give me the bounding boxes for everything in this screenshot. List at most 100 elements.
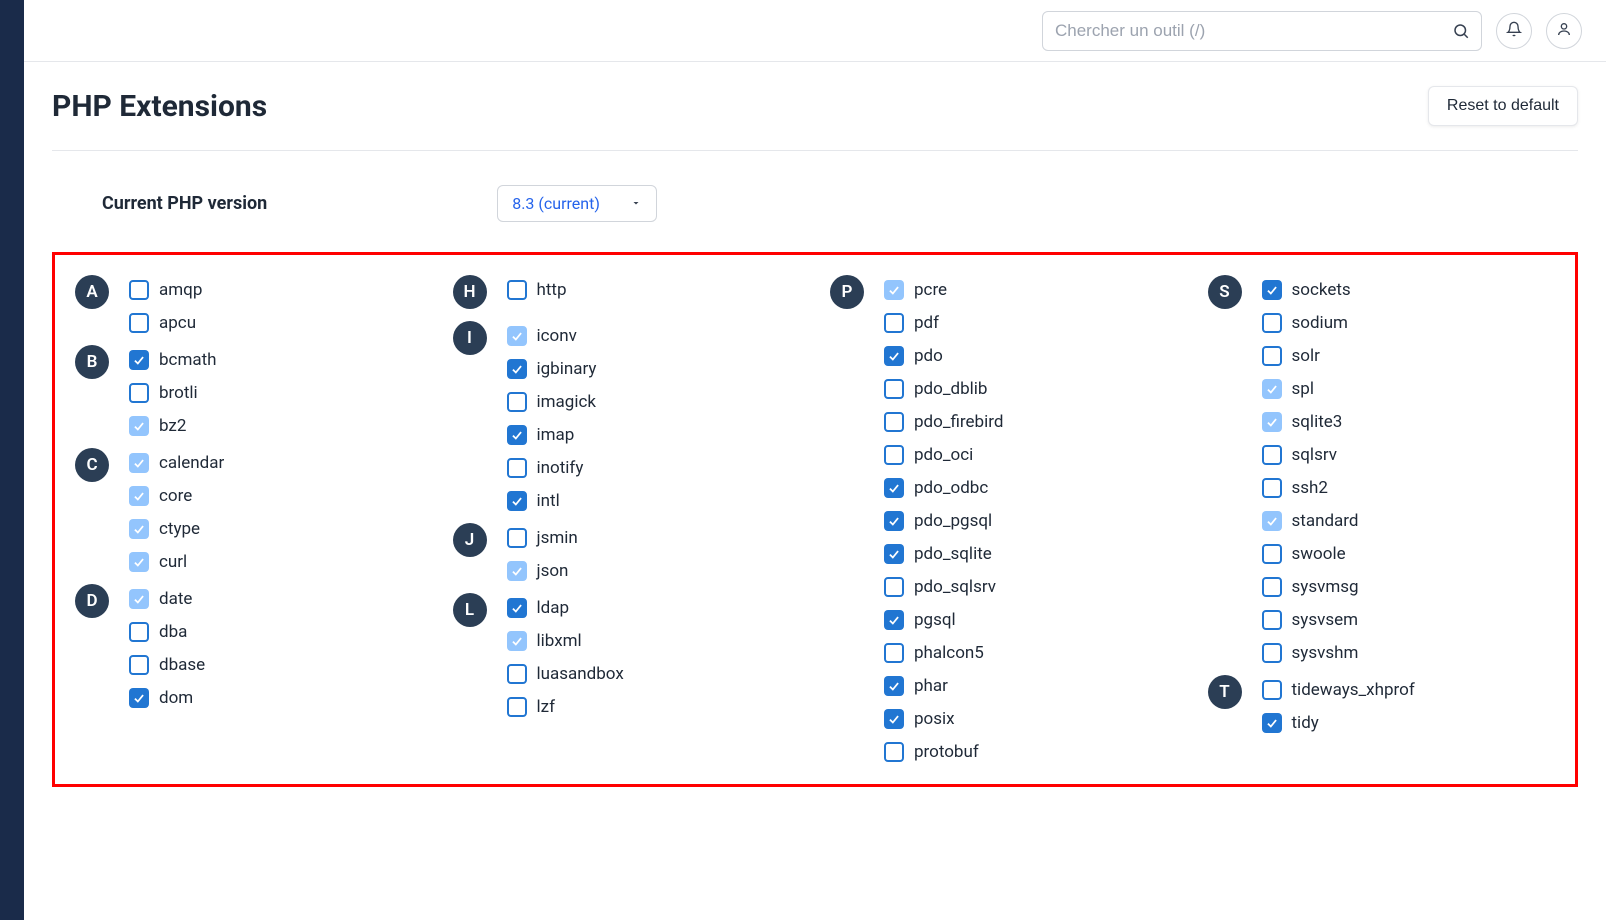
extension-pdo_dblib[interactable]: pdo_dblib xyxy=(884,379,1003,399)
search-input[interactable] xyxy=(1042,11,1482,51)
extension-checkbox[interactable] xyxy=(1262,379,1282,399)
extension-pgsql[interactable]: pgsql xyxy=(884,610,1003,630)
extension-checkbox[interactable] xyxy=(1262,280,1282,300)
extension-apcu[interactable]: apcu xyxy=(129,313,202,333)
extension-checkbox[interactable] xyxy=(1262,445,1282,465)
extension-brotli[interactable]: brotli xyxy=(129,383,217,403)
extension-lzf[interactable]: lzf xyxy=(507,697,624,717)
extension-checkbox[interactable] xyxy=(507,664,527,684)
extension-checkbox[interactable] xyxy=(129,589,149,609)
extension-checkbox[interactable] xyxy=(507,561,527,581)
extension-checkbox[interactable] xyxy=(884,379,904,399)
extension-checkbox[interactable] xyxy=(1262,478,1282,498)
extension-core[interactable]: core xyxy=(129,486,224,506)
extension-checkbox[interactable] xyxy=(129,655,149,675)
extension-checkbox[interactable] xyxy=(884,346,904,366)
extension-sysvsem[interactable]: sysvsem xyxy=(1262,610,1359,630)
extension-checkbox[interactable] xyxy=(884,313,904,333)
extension-checkbox[interactable] xyxy=(1262,412,1282,432)
extension-checkbox[interactable] xyxy=(884,544,904,564)
extension-checkbox[interactable] xyxy=(1262,713,1282,733)
extension-checkbox[interactable] xyxy=(129,416,149,436)
extension-checkbox[interactable] xyxy=(1262,610,1282,630)
reset-to-default-button[interactable]: Reset to default xyxy=(1428,86,1578,126)
extension-checkbox[interactable] xyxy=(1262,643,1282,663)
php-version-select[interactable]: 8.3 (current) xyxy=(497,185,657,222)
extension-checkbox[interactable] xyxy=(507,491,527,511)
extension-checkbox[interactable] xyxy=(884,478,904,498)
extension-checkbox[interactable] xyxy=(507,326,527,346)
extension-ldap[interactable]: ldap xyxy=(507,598,624,618)
extension-amqp[interactable]: amqp xyxy=(129,280,202,300)
extension-checkbox[interactable] xyxy=(884,577,904,597)
extension-phalcon5[interactable]: phalcon5 xyxy=(884,643,1003,663)
extension-iconv[interactable]: iconv xyxy=(507,326,597,346)
extension-pdo[interactable]: pdo xyxy=(884,346,1003,366)
extension-ctype[interactable]: ctype xyxy=(129,519,224,539)
extension-pdo_odbc[interactable]: pdo_odbc xyxy=(884,478,1003,498)
extension-curl[interactable]: curl xyxy=(129,552,224,572)
extension-checkbox[interactable] xyxy=(129,313,149,333)
extension-checkbox[interactable] xyxy=(129,688,149,708)
extension-checkbox[interactable] xyxy=(129,383,149,403)
extension-dbase[interactable]: dbase xyxy=(129,655,205,675)
extension-checkbox[interactable] xyxy=(1262,680,1282,700)
extension-pdo_firebird[interactable]: pdo_firebird xyxy=(884,412,1003,432)
notifications-button[interactable] xyxy=(1496,13,1532,49)
extension-pdo_oci[interactable]: pdo_oci xyxy=(884,445,1003,465)
extension-checkbox[interactable] xyxy=(507,425,527,445)
extension-imagick[interactable]: imagick xyxy=(507,392,597,412)
extension-bcmath[interactable]: bcmath xyxy=(129,350,217,370)
extension-dom[interactable]: dom xyxy=(129,688,205,708)
extension-pdf[interactable]: pdf xyxy=(884,313,1003,333)
extension-checkbox[interactable] xyxy=(507,392,527,412)
extension-checkbox[interactable] xyxy=(884,280,904,300)
extension-checkbox[interactable] xyxy=(884,445,904,465)
extension-tideways_xhprof[interactable]: tideways_xhprof xyxy=(1262,680,1415,700)
extension-checkbox[interactable] xyxy=(129,280,149,300)
extension-checkbox[interactable] xyxy=(1262,511,1282,531)
extension-sysvshm[interactable]: sysvshm xyxy=(1262,643,1359,663)
extension-checkbox[interactable] xyxy=(507,528,527,548)
extension-sqlsrv[interactable]: sqlsrv xyxy=(1262,445,1359,465)
extension-solr[interactable]: solr xyxy=(1262,346,1359,366)
extension-luasandbox[interactable]: luasandbox xyxy=(507,664,624,684)
extension-checkbox[interactable] xyxy=(507,598,527,618)
extension-checkbox[interactable] xyxy=(507,631,527,651)
extension-ssh2[interactable]: ssh2 xyxy=(1262,478,1359,498)
extension-swoole[interactable]: swoole xyxy=(1262,544,1359,564)
extension-date[interactable]: date xyxy=(129,589,205,609)
extension-pcre[interactable]: pcre xyxy=(884,280,1003,300)
extension-libxml[interactable]: libxml xyxy=(507,631,624,651)
extension-checkbox[interactable] xyxy=(884,742,904,762)
extension-checkbox[interactable] xyxy=(1262,544,1282,564)
extension-checkbox[interactable] xyxy=(1262,346,1282,366)
extension-pdo_sqlsrv[interactable]: pdo_sqlsrv xyxy=(884,577,1003,597)
extension-checkbox[interactable] xyxy=(129,552,149,572)
extension-jsmin[interactable]: jsmin xyxy=(507,528,578,548)
extension-checkbox[interactable] xyxy=(884,511,904,531)
extension-sqlite3[interactable]: sqlite3 xyxy=(1262,412,1359,432)
extension-checkbox[interactable] xyxy=(129,486,149,506)
extension-checkbox[interactable] xyxy=(129,350,149,370)
extension-posix[interactable]: posix xyxy=(884,709,1003,729)
extension-standard[interactable]: standard xyxy=(1262,511,1359,531)
extension-inotify[interactable]: inotify xyxy=(507,458,597,478)
extension-http[interactable]: http xyxy=(507,280,567,300)
extension-intl[interactable]: intl xyxy=(507,491,597,511)
extension-sockets[interactable]: sockets xyxy=(1262,280,1359,300)
extension-sodium[interactable]: sodium xyxy=(1262,313,1359,333)
extension-checkbox[interactable] xyxy=(884,709,904,729)
extension-igbinary[interactable]: igbinary xyxy=(507,359,597,379)
extension-checkbox[interactable] xyxy=(884,610,904,630)
extension-pdo_pgsql[interactable]: pdo_pgsql xyxy=(884,511,1003,531)
extension-dba[interactable]: dba xyxy=(129,622,205,642)
extension-calendar[interactable]: calendar xyxy=(129,453,224,473)
extension-checkbox[interactable] xyxy=(1262,577,1282,597)
extension-checkbox[interactable] xyxy=(884,676,904,696)
extension-checkbox[interactable] xyxy=(507,359,527,379)
extension-checkbox[interactable] xyxy=(129,622,149,642)
extension-json[interactable]: json xyxy=(507,561,578,581)
extension-checkbox[interactable] xyxy=(507,458,527,478)
extension-checkbox[interactable] xyxy=(884,643,904,663)
